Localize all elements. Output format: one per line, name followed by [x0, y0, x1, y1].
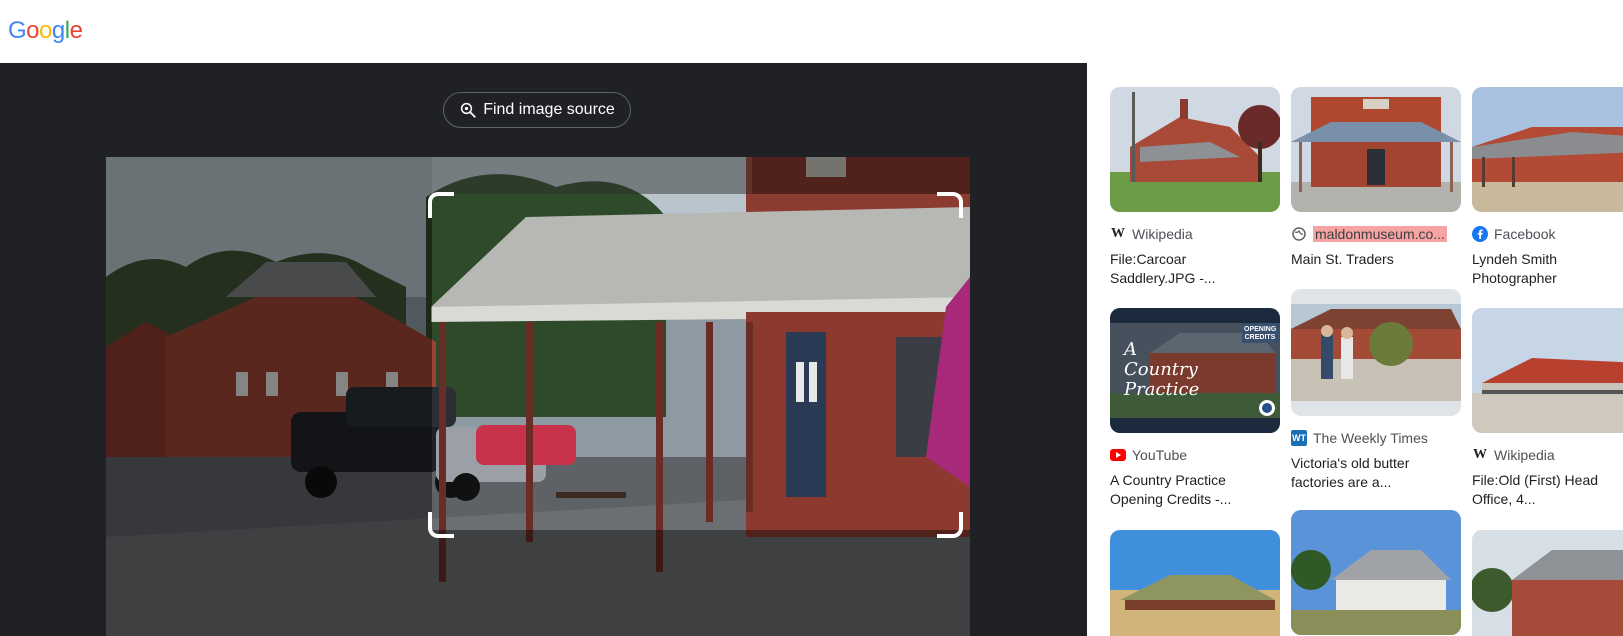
result-thumbnail[interactable] — [1110, 87, 1280, 212]
result-title[interactable]: File:Carcoar Saddlery.JPG -... — [1110, 250, 1275, 288]
opening-credits-badge: OPENING CREDITS — [1244, 326, 1277, 341]
google-logo[interactable]: Google — [8, 17, 83, 45]
result-thumbnail[interactable] — [1291, 289, 1461, 416]
result-thumbnail[interactable] — [1291, 87, 1461, 212]
result-thumbnail[interactable] — [1472, 530, 1623, 636]
result-source: YouTube — [1132, 447, 1188, 463]
result-thumbnail[interactable] — [1110, 530, 1280, 636]
result-source: Facebook — [1494, 226, 1556, 242]
visual-matches-panel: W Wikipedia File:Carcoar Saddlery.JPG -.… — [1087, 63, 1623, 636]
crop-handle-bottom-right[interactable] — [937, 512, 963, 538]
find-image-source-label: Find image source — [483, 101, 615, 118]
result-card[interactable]: OPENING CREDITS A Country Practice YouTu… — [1110, 308, 1280, 509]
find-image-source-button[interactable]: Find image source — [443, 92, 631, 128]
lens-panel: Find image source — [0, 63, 1087, 636]
facebook-icon — [1472, 226, 1488, 242]
crop-handle-top-left[interactable] — [428, 192, 454, 218]
youtube-icon — [1110, 447, 1126, 463]
result-card[interactable]: WT The Weekly Times Victoria's old butte… — [1291, 289, 1461, 492]
globe-icon — [1291, 226, 1307, 242]
lens-search-icon — [461, 102, 476, 118]
result-source: The Weekly Times — [1313, 430, 1428, 446]
weekly-times-icon: WT — [1291, 430, 1307, 446]
crop-handle-top-right[interactable] — [937, 192, 963, 218]
result-thumbnail[interactable]: OPENING CREDITS A Country Practice — [1110, 308, 1280, 433]
logo-letter: G — [8, 17, 27, 44]
result-source: Wikipedia — [1494, 447, 1555, 463]
wikipedia-w-icon: W — [1111, 226, 1125, 241]
result-card[interactable] — [1291, 510, 1461, 635]
result-title[interactable]: Main St. Traders — [1291, 250, 1456, 269]
country-practice-logo: A Country Practice — [1124, 339, 1200, 400]
result-card[interactable]: maldonmuseum.co... Main St. Traders — [1291, 87, 1461, 269]
result-card[interactable] — [1110, 530, 1280, 636]
logo-letter: e — [69, 17, 83, 44]
result-title[interactable]: Lyndeh Smith Photographer — [1472, 250, 1623, 288]
logo-letter: o — [26, 17, 40, 44]
uploaded-photo[interactable] — [106, 157, 970, 636]
result-title[interactable]: A Country Practice Opening Credits -... — [1110, 471, 1275, 509]
logo-letter: o — [39, 17, 52, 44]
result-source: maldonmuseum.co... — [1313, 226, 1447, 242]
result-source: Wikipedia — [1132, 226, 1193, 242]
result-card[interactable]: W Wikipedia File:Carcoar Saddlery.JPG -.… — [1110, 87, 1280, 288]
result-thumbnail[interactable] — [1472, 308, 1623, 433]
result-card[interactable]: Facebook Lyndeh Smith Photographer — [1472, 87, 1623, 288]
result-card[interactable]: W Wikipedia File:Old (First) Head Office… — [1472, 308, 1623, 509]
result-thumbnail[interactable] — [1291, 510, 1461, 635]
result-card[interactable] — [1472, 530, 1623, 636]
wikipedia-w-icon: W — [1473, 447, 1487, 462]
crop-handle-bottom-left[interactable] — [428, 512, 454, 538]
logo-letter: g — [51, 17, 65, 44]
top-bar: Google — [0, 0, 1623, 64]
result-title[interactable]: File:Old (First) Head Office, 4... — [1472, 471, 1623, 509]
result-title[interactable]: Victoria's old butter factories are a... — [1291, 454, 1456, 492]
result-thumbnail[interactable] — [1472, 87, 1623, 212]
